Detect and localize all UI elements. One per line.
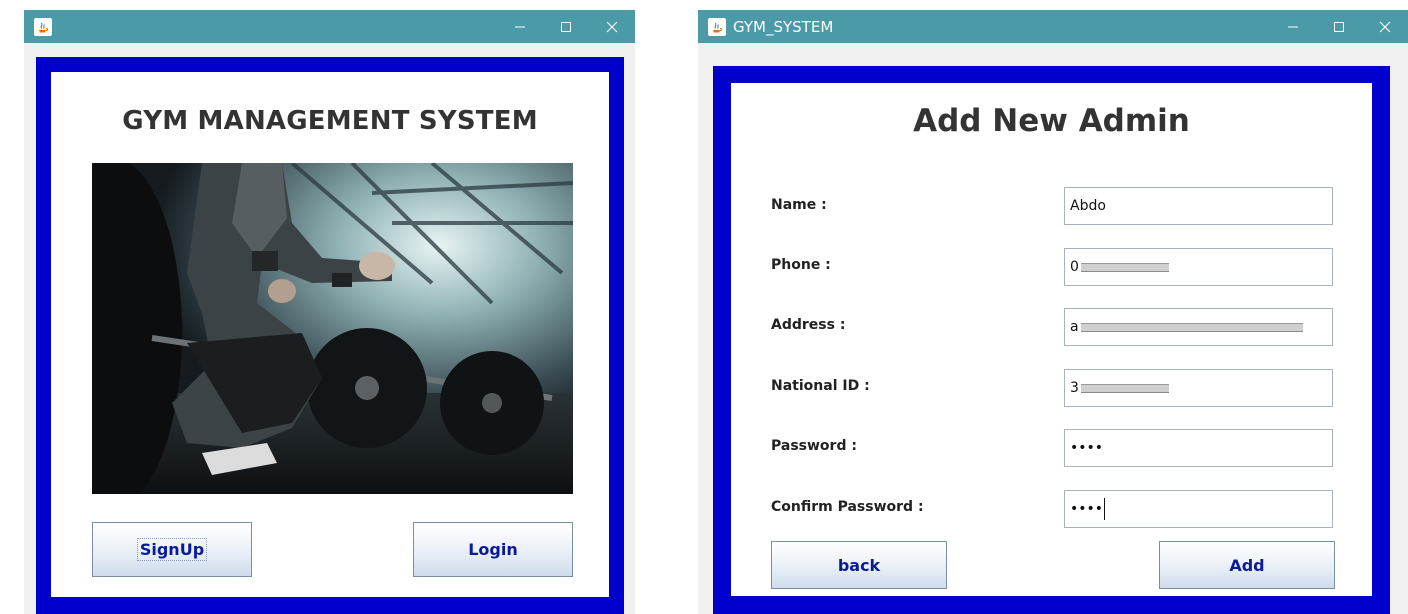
phone-label: Phone :: [771, 257, 831, 273]
confirm-password-label: Confirm Password :: [771, 499, 924, 515]
minimize-icon: [1288, 26, 1298, 27]
password-value: ••••: [1070, 440, 1104, 456]
minimize-button[interactable]: [497, 10, 543, 43]
maximize-icon: [561, 21, 571, 32]
maximize-button[interactable]: [1316, 10, 1362, 43]
redacted-national-id: [1080, 383, 1169, 393]
login-window: GYM MANAGEMENT SYSTEM SignUp Login: [24, 10, 635, 614]
app-heading: GYM MANAGEMENT SYSTEM: [122, 106, 538, 136]
redacted-address: [1080, 322, 1303, 332]
desktop: GYM MANAGEMENT SYSTEM SignUp Login GYM_S…: [0, 0, 1408, 614]
close-button[interactable]: [1362, 10, 1408, 43]
national-id-field[interactable]: 3: [1064, 369, 1333, 407]
confirm-password-value: ••••: [1070, 501, 1104, 517]
gym-photo: [92, 163, 573, 494]
address-value-prefix: a: [1070, 319, 1079, 335]
add-button[interactable]: Add: [1159, 541, 1335, 589]
back-button[interactable]: back: [771, 541, 947, 589]
minimize-button[interactable]: [1270, 10, 1316, 43]
text-cursor: [1104, 498, 1106, 520]
java-icon: [34, 17, 52, 36]
name-label: Name :: [771, 197, 827, 213]
login-panel: GYM MANAGEMENT SYSTEM SignUp Login: [51, 72, 609, 597]
confirm-password-field[interactable]: ••••: [1064, 490, 1333, 528]
add-admin-frame-border: Add New Admin Name : Abdo Phone : 0 Addr…: [713, 66, 1390, 614]
close-icon: [606, 21, 618, 32]
login-label: Login: [468, 540, 518, 559]
name-value: Abdo: [1070, 198, 1106, 214]
national-id-label: National ID :: [771, 378, 870, 394]
address-label: Address :: [771, 317, 846, 333]
add-admin-panel: Add New Admin Name : Abdo Phone : 0 Addr…: [731, 83, 1372, 596]
add-admin-window-titlebar[interactable]: GYM_SYSTEM: [698, 10, 1408, 43]
password-label: Password :: [771, 438, 857, 454]
address-field[interactable]: a: [1064, 308, 1333, 346]
minimize-icon: [515, 26, 525, 27]
signup-button[interactable]: SignUp: [92, 522, 252, 577]
add-label: Add: [1229, 555, 1265, 575]
password-field[interactable]: ••••: [1064, 429, 1333, 467]
maximize-icon: [1334, 21, 1344, 32]
close-icon: [1379, 21, 1391, 32]
login-window-titlebar[interactable]: [24, 10, 635, 43]
window-title: GYM_SYSTEM: [733, 17, 834, 36]
add-admin-window: GYM_SYSTEM Add New Admin Name : Abdo Pho…: [698, 10, 1408, 614]
login-frame-border: GYM MANAGEMENT SYSTEM SignUp Login: [36, 57, 624, 614]
phone-field[interactable]: 0: [1064, 248, 1333, 286]
page-title: Add New Admin: [913, 103, 1190, 139]
phone-value-prefix: 0: [1070, 259, 1079, 275]
name-field[interactable]: Abdo: [1064, 187, 1333, 225]
back-label: back: [837, 555, 881, 575]
national-id-value-prefix: 3: [1070, 380, 1079, 396]
login-button[interactable]: Login: [413, 522, 573, 577]
signup-label: SignUp: [136, 538, 208, 561]
redacted-phone: [1080, 262, 1169, 272]
maximize-button[interactable]: [543, 10, 589, 43]
java-icon: [708, 17, 726, 36]
close-button[interactable]: [589, 10, 635, 43]
